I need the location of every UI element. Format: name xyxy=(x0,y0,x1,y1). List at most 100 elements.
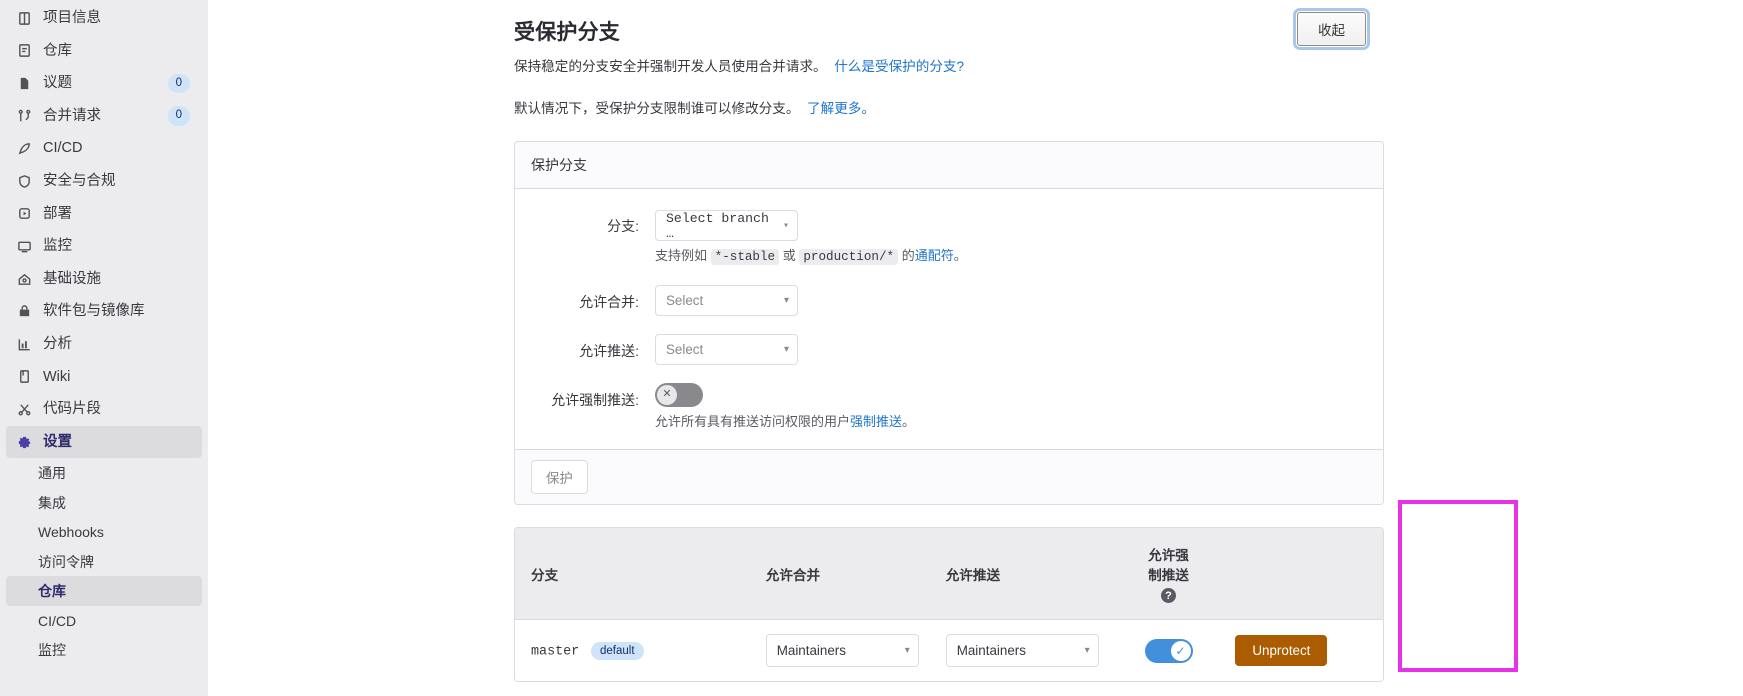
row-allow-merge-select[interactable]: Maintainers ▾ xyxy=(765,634,919,667)
help-icon[interactable]: ? xyxy=(1161,588,1176,603)
sidebar-subitem-cicd[interactable]: CI/CD xyxy=(6,606,202,636)
shield-icon xyxy=(16,173,33,190)
rocket-icon xyxy=(16,140,33,157)
cell-branch: master default xyxy=(515,620,754,681)
allow-merge-select[interactable]: Select ▾ xyxy=(655,284,798,316)
allow-merge-label: 允许合并: xyxy=(579,293,639,310)
cell-allow-force-push: ✓ xyxy=(1113,620,1224,681)
page-description-1: 保持稳定的分支安全并强制开发人员使用合并请求。 什么是受保护的分支? xyxy=(514,58,1384,76)
row-allow-push-select[interactable]: Maintainers ▾ xyxy=(945,634,1099,667)
unprotect-button[interactable]: Unprotect xyxy=(1235,635,1328,666)
allow-merge-field-row: 允许合并: Select ▾ xyxy=(531,284,1367,316)
chevron-down-icon: ▾ xyxy=(782,220,789,232)
sidebar-item-label: 基础设施 xyxy=(43,270,101,287)
page-description-2: 默认情况下，受保护分支限制谁可以修改分支。 了解更多。 xyxy=(514,100,1384,118)
wiki-icon xyxy=(16,368,33,385)
allow-force-push-field-row: 允许强制推送: ✕ 允许所有具有推送访问权限的用户强制推送。 xyxy=(531,382,1367,431)
allow-push-select[interactable]: Select ▾ xyxy=(655,333,798,365)
sidebar-item-label: 代码片段 xyxy=(43,401,101,418)
default-branch-tag: default xyxy=(591,641,644,660)
row-allow-push-value: Maintainers xyxy=(956,643,1026,658)
sidebar-item-snippets[interactable]: 代码片段 xyxy=(6,393,202,426)
sidebar-item-repository[interactable]: 仓库 xyxy=(6,35,202,68)
learn-more-link[interactable]: 了解更多。 xyxy=(807,101,875,116)
description-text: 保持稳定的分支安全并强制开发人员使用合并请求。 xyxy=(514,59,827,74)
hint-end: 。 xyxy=(902,413,916,429)
analytics-icon xyxy=(16,336,33,353)
sidebar-subitem-general[interactable]: 通用 xyxy=(6,458,202,488)
sidebar-item-label: 软件包与镜像库 xyxy=(43,303,145,320)
branch-select[interactable]: Select branch … ▾ xyxy=(655,210,798,242)
sidebar-subitem-webhooks[interactable]: Webhooks xyxy=(6,517,202,547)
column-header-actions xyxy=(1223,528,1383,620)
table-header: 分支 允许合并 允许推送 允许强 制推送 ? xyxy=(515,528,1383,620)
card-footer: 保护 xyxy=(515,449,1383,504)
hint-suffix: 的 xyxy=(901,248,915,264)
sidebar-subitem-repository[interactable]: 仓库 xyxy=(6,576,202,606)
branch-hint: 支持例如 *-stable 或 production/* 的通配符。 xyxy=(655,247,1367,267)
allow-force-push-control: ✕ 允许所有具有推送访问权限的用户强制推送。 xyxy=(655,382,1367,431)
card-body: 分支: Select branch … ▾ 支持例如 *-stable 或 pr… xyxy=(515,189,1383,449)
what-is-protected-branch-link[interactable]: 什么是受保护的分支? xyxy=(834,59,964,74)
sidebar-item-cicd[interactable]: CI/CD xyxy=(6,132,202,165)
sidebar-item-analytics[interactable]: 分析 xyxy=(6,328,202,361)
chevron-down-icon: ▾ xyxy=(783,294,789,306)
row-force-push-toggle[interactable]: ✓ xyxy=(1144,638,1193,663)
monitor-icon xyxy=(16,238,33,255)
sidebar-item-issues[interactable]: 议题 0 xyxy=(6,67,202,100)
sidebar-item-label: 安全与合规 xyxy=(43,173,116,190)
sidebar-item-infrastructure[interactable]: 基础设施 xyxy=(6,263,202,296)
protect-branch-card: 保护分支 分支: Select branch … ▾ 支持例如 *-stable xyxy=(514,140,1384,505)
sidebar-item-label: 监控 xyxy=(43,238,72,255)
allow-push-value: Select xyxy=(666,341,704,357)
toggle-knob-on-icon: ✓ xyxy=(1170,640,1191,661)
force-push-toggle[interactable]: ✕ xyxy=(655,382,703,407)
hint-code-production: production/* xyxy=(799,249,899,266)
wildcard-link[interactable]: 通配符 xyxy=(915,248,954,263)
sidebar-item-project-info[interactable]: 项目信息 xyxy=(6,2,202,35)
sidebar-subitem-access-tokens[interactable]: 访问令牌 xyxy=(6,547,202,577)
issues-count-badge: 0 xyxy=(167,73,190,94)
cell-allow-merge: Maintainers ▾ xyxy=(753,620,934,681)
content-column: 受保护分支 保持稳定的分支安全并强制开发人员使用合并请求。 什么是受保护的分支?… xyxy=(514,0,1384,696)
sidebar-subitem-label: CI/CD xyxy=(38,612,77,629)
row-allow-merge-value: Maintainers xyxy=(776,643,846,658)
merge-requests-count-badge: 0 xyxy=(167,106,190,126)
sidebar-subitem-integrations[interactable]: 集成 xyxy=(6,488,202,518)
branch-name: master xyxy=(531,644,580,660)
sidebar-item-packages[interactable]: 软件包与镜像库 xyxy=(6,295,202,328)
sidebar-subitem-monitor[interactable]: 监控 xyxy=(6,635,202,665)
sidebar-item-settings[interactable]: 设置 xyxy=(6,425,202,459)
toggle-knob-off-icon: ✕ xyxy=(657,384,677,405)
main-content: 收起 受保护分支 保持稳定的分支安全并强制开发人员使用合并请求。 什么是受保护的… xyxy=(208,0,1743,696)
protected-branches-table: 分支 允许合并 允许推送 允许强 制推送 ? master default Ma… xyxy=(514,527,1384,682)
sidebar-item-wiki[interactable]: Wiki xyxy=(6,361,202,394)
sidebar-item-deploy[interactable]: 部署 xyxy=(6,198,202,231)
snippet-icon xyxy=(16,401,33,418)
sidebar-item-label: Wiki xyxy=(43,368,71,385)
repository-icon xyxy=(16,42,33,59)
sidebar-item-label: 议题 xyxy=(43,75,72,92)
cell-allow-push: Maintainers ▾ xyxy=(933,620,1114,681)
sidebar-item-merge-requests[interactable]: 合并请求 0 xyxy=(6,100,202,133)
issues-icon xyxy=(16,75,33,92)
allow-push-control: Select ▾ xyxy=(655,333,1367,365)
hint-mid: 或 xyxy=(782,248,796,264)
column-header-allow-push: 允许推送 xyxy=(933,528,1114,620)
sidebar-item-label: 仓库 xyxy=(43,42,72,59)
column-header-allow-merge: 允许合并 xyxy=(753,528,934,620)
sidebar-item-label: 项目信息 xyxy=(43,10,101,27)
sidebar-item-security[interactable]: 安全与合规 xyxy=(6,165,202,198)
sidebar-item-label: 部署 xyxy=(43,205,72,222)
sidebar-item-label: CI/CD xyxy=(43,140,83,157)
protect-submit-button[interactable]: 保护 xyxy=(531,460,588,494)
infrastructure-icon xyxy=(16,271,33,288)
hint-prefix: 支持例如 xyxy=(655,248,708,264)
force-push-header-line2: 制推送 xyxy=(1148,568,1189,583)
chevron-down-icon: ▾ xyxy=(783,343,789,355)
sidebar-item-label: 设置 xyxy=(43,433,72,450)
sidebar-item-monitor[interactable]: 监控 xyxy=(6,230,202,263)
hint-code-stable: *-stable xyxy=(710,249,780,266)
force-push-link[interactable]: 强制推送 xyxy=(850,414,902,429)
chevron-down-icon: ▾ xyxy=(904,645,910,656)
